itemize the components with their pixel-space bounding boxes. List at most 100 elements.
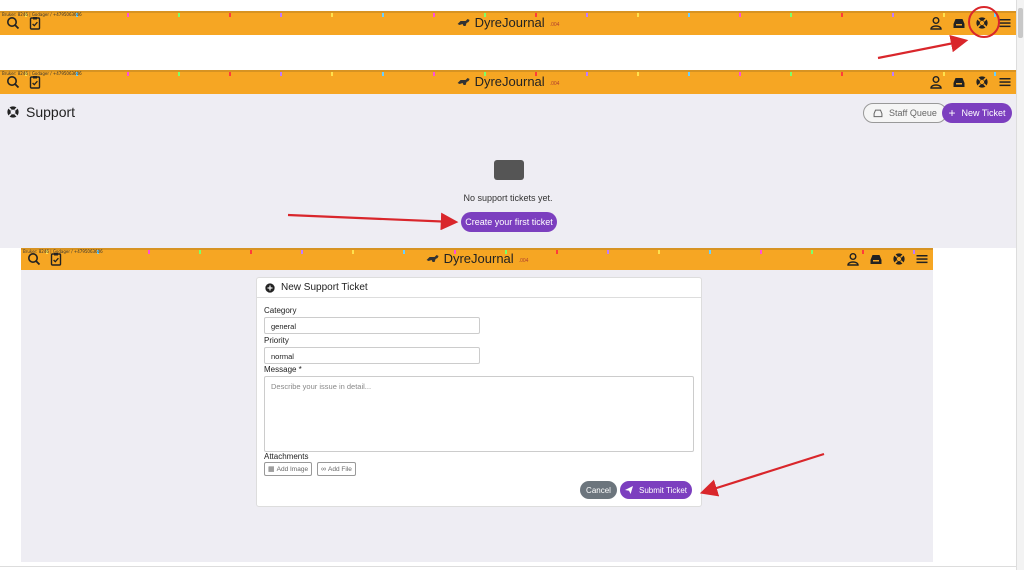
light-bulb (250, 250, 252, 254)
brand-sub: .004 (518, 258, 529, 264)
add-image-button[interactable]: ▦ Add Image (264, 462, 313, 476)
form-header: New Support Ticket (257, 278, 701, 298)
light-bulb (352, 250, 354, 254)
user-icon[interactable] (929, 16, 943, 30)
menu-icon[interactable] (998, 75, 1012, 89)
light-bulb (688, 13, 690, 17)
clipboard-icon[interactable] (28, 16, 42, 30)
light-bulb (178, 72, 180, 76)
add-file-button[interactable]: ∞ Add File (317, 462, 356, 476)
light-bulb (637, 72, 639, 76)
screenshot-frame-new-ticket: Bruker: 8246 | Godager / +4795063606 Dyr… (21, 248, 933, 562)
divider (0, 566, 1016, 567)
send-icon (624, 486, 633, 494)
lifebuoy-icon[interactable] (975, 75, 989, 89)
light-bulb (148, 250, 150, 254)
light-bulb (586, 13, 588, 17)
brand-name: DyreJournal (474, 15, 545, 30)
light-bulb (586, 72, 588, 76)
menu-icon[interactable] (915, 252, 929, 266)
light-bulb (127, 13, 129, 17)
page-scrollbar[interactable] (1016, 0, 1024, 570)
brand-sub: .004 (549, 81, 560, 87)
message-textarea[interactable]: Describe your issue in detail... (264, 376, 694, 452)
light-bulb (403, 250, 405, 254)
light-bulb (709, 250, 711, 254)
screenshot-frame-support-list: Bruker: 8246 | Godager / +4795063606 Dyr… (0, 70, 1016, 248)
light-bulb (790, 72, 792, 76)
submit-ticket-button[interactable]: Submit Ticket (620, 481, 692, 499)
lifebuoy-icon[interactable] (892, 252, 906, 266)
light-bulb (127, 72, 129, 76)
priority-label: Priority (264, 336, 289, 345)
add-file-label: Add File (328, 465, 352, 473)
top-navbar: Bruker: 8246 | Godager / +4795063606 Dyr… (0, 70, 1016, 94)
user-icon[interactable] (846, 252, 860, 266)
brand-sub: .004 (549, 22, 560, 28)
lifebuoy-icon (6, 105, 20, 119)
ticket-icon (494, 160, 524, 180)
search-icon[interactable] (6, 75, 20, 89)
user-icon[interactable] (929, 75, 943, 89)
light-bulb (658, 250, 660, 254)
brand-logo[interactable]: DyreJournal .004 (426, 251, 529, 266)
category-select[interactable]: general (264, 317, 480, 334)
inbox-icon[interactable] (952, 75, 966, 89)
create-first-ticket-button[interactable]: Create your first ticket (461, 212, 557, 232)
lifebuoy-icon[interactable] (975, 16, 989, 30)
scrollbar-thumb[interactable] (1018, 8, 1023, 38)
clipboard-icon[interactable] (28, 75, 42, 89)
light-bulb (811, 250, 813, 254)
new-ticket-form: New Support Ticket Category general Prio… (256, 277, 702, 507)
light-bulb (790, 13, 792, 17)
search-icon[interactable] (6, 16, 20, 30)
screenshot-frame-top: Bruker: 8246 | Godager / +4795063606 Dyr… (0, 0, 1016, 70)
cancel-button[interactable]: Cancel (580, 481, 617, 499)
staff-queue-button[interactable]: Staff Queue (863, 103, 947, 123)
inbox-icon[interactable] (869, 252, 883, 266)
light-bulb (607, 250, 609, 254)
page-title-text: Support (26, 104, 76, 120)
light-bulb (892, 13, 894, 17)
light-bulb (433, 72, 435, 76)
light-bulb (760, 250, 762, 254)
light-bulb (280, 13, 282, 17)
inbox-icon[interactable] (952, 16, 966, 30)
top-navbar: Bruker: 8246 | Godager / +4795063606 Dyr… (21, 248, 933, 270)
light-bulb (841, 13, 843, 17)
light-bulb (178, 13, 180, 17)
create-first-ticket-label: Create your first ticket (465, 217, 553, 227)
form-title: New Support Ticket (281, 282, 368, 293)
image-icon: ▦ (268, 466, 275, 473)
attachments-label: Attachments (264, 452, 309, 461)
new-ticket-button[interactable]: + New Ticket (942, 103, 1012, 123)
light-bulb (433, 13, 435, 17)
category-label: Category (264, 306, 297, 315)
staff-queue-label: Staff Queue (889, 108, 937, 118)
empty-state-text: No support tickets yet. (463, 193, 553, 203)
light-bulb (637, 13, 639, 17)
page-title: Support (6, 104, 75, 120)
light-bulb (331, 72, 333, 76)
search-icon[interactable] (27, 252, 41, 266)
brand-logo[interactable]: DyreJournal .004 (457, 15, 560, 30)
priority-select[interactable]: normal (264, 347, 480, 364)
inbox-icon (873, 108, 883, 118)
dog-logo-icon (457, 75, 471, 89)
top-navbar: Bruker: 8246 | Godager / +4795063606 Dyr… (0, 11, 1016, 35)
new-ticket-label: New Ticket (961, 108, 1006, 118)
clipboard-icon[interactable] (49, 252, 63, 266)
paperclip-icon: ∞ (321, 465, 326, 473)
light-bulb (229, 72, 231, 76)
add-image-label: Add Image (276, 465, 309, 473)
light-bulb (739, 72, 741, 76)
light-bulb (739, 13, 741, 17)
light-bulb (556, 250, 558, 254)
light-bulb (892, 72, 894, 76)
submit-ticket-label: Submit Ticket (638, 485, 687, 495)
light-bulb (841, 72, 843, 76)
brand-logo[interactable]: DyreJournal .004 (457, 74, 560, 89)
plus-circle-icon (265, 282, 275, 293)
menu-icon[interactable] (998, 16, 1012, 30)
light-bulb (229, 13, 231, 17)
